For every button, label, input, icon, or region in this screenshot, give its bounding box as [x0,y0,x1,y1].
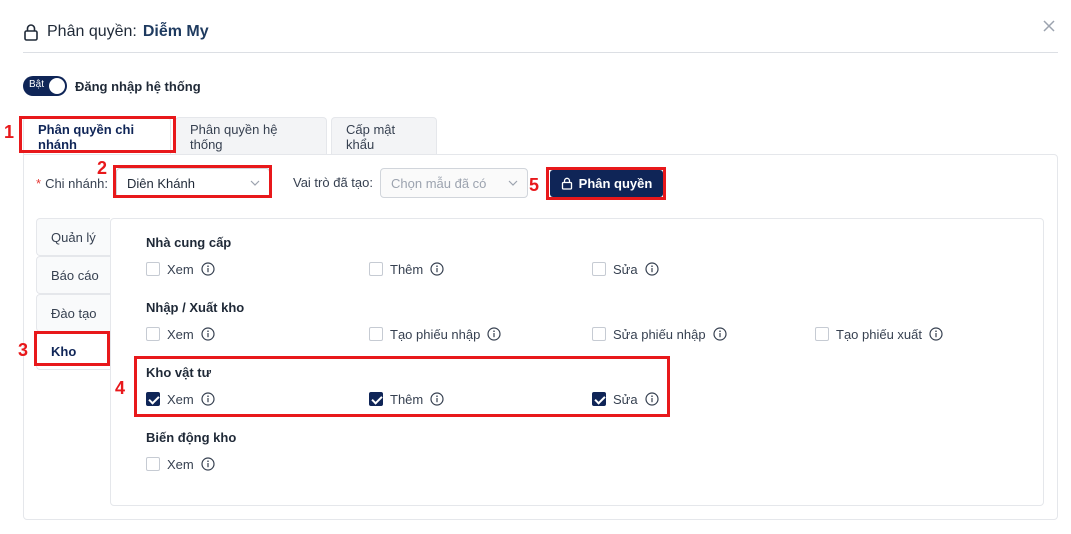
perm-label: Tạo phiếu nhập [390,326,481,342]
perm-label: Xem [167,261,194,277]
info-icon[interactable] [645,262,659,276]
modal-header: Phân quyền: Diễm My [23,20,209,44]
annotation-box-2 [113,165,272,198]
sidenav-item-reports[interactable]: Báo cáo [36,256,110,294]
permission-modal: Phân quyền: Diễm My Bật Đăng nhập hệ thố… [0,0,1071,534]
toggle-knob [49,78,65,94]
perm-label: Tạo phiếu xuất [836,326,923,342]
sidenav-item-training[interactable]: Đào tạo [36,294,110,332]
login-toggle-row: Bật Đăng nhập hệ thống [23,76,201,96]
checkbox[interactable] [146,327,160,341]
toggle-state-text: Bật [29,79,45,90]
checkbox[interactable] [592,262,606,276]
perm-edit-receipt: Sửa phiếu nhập [592,326,727,342]
group-title-supplier: Nhà cung cấp [146,235,232,250]
chevron-down-icon [508,180,518,186]
modal-title-label: Phân quyền: [47,23,137,40]
checkbox[interactable] [369,262,383,276]
required-mark: * [36,175,42,191]
info-icon[interactable] [712,327,727,341]
annotation-box-5 [546,167,666,200]
annotation-number-2: 2 [97,158,108,178]
perm-supplier-add: Thêm [369,261,444,277]
annotation-box-4 [134,356,670,417]
close-icon[interactable] [1039,16,1059,36]
info-icon[interactable] [929,327,943,341]
lock-icon [24,24,38,41]
checkbox[interactable] [592,327,606,341]
info-icon[interactable] [201,327,215,341]
info-icon[interactable] [201,457,215,471]
perm-label: Sửa [613,261,638,277]
annotation-number-5: 5 [529,175,540,195]
perm-create-issue: Tạo phiếu xuất [815,326,943,342]
checkbox[interactable] [146,457,160,471]
sidenav-item-management[interactable]: Quản lý [36,218,110,256]
role-label: Vai trò đã tạo: [293,175,373,190]
info-icon[interactable] [487,327,501,341]
perm-label: Sửa phiếu nhập [613,326,706,342]
perm-stock-io-view: Xem [146,326,215,342]
login-toggle[interactable]: Bật [23,76,67,96]
perm-supplier-view: Xem [146,261,215,277]
annotation-box-3 [34,331,110,366]
annotation-number-4: 4 [115,378,126,398]
checkbox[interactable] [369,327,383,341]
checkbox[interactable] [146,262,160,276]
role-select-placeholder: Chọn mẫu đã có [391,175,487,191]
annotation-box-1 [19,116,176,153]
checkbox[interactable] [815,327,829,341]
perm-supplier-edit: Sửa [592,261,659,277]
group-title-stock-movement: Biến động kho [146,430,237,445]
role-template-select[interactable]: Chọn mẫu đã có [380,168,528,198]
toggle-label: Đăng nhập hệ thống [75,78,201,94]
info-icon[interactable] [430,262,444,276]
tab-password[interactable]: Cấp mật khẩu [331,117,437,155]
header-divider [23,52,1058,53]
tab-system-permission[interactable]: Phân quyền hệ thống [175,117,327,155]
annotation-number-3: 3 [18,340,29,360]
info-icon[interactable] [201,262,215,276]
perm-label: Xem [167,326,194,342]
perm-label: Thêm [390,261,424,277]
perm-stock-movement-view: Xem [146,456,215,472]
perm-create-receipt: Tạo phiếu nhập [369,326,501,342]
annotation-number-1: 1 [4,122,15,142]
modal-title-user: Diễm My [142,23,209,40]
group-title-stock-io: Nhập / Xuất kho [146,300,245,315]
perm-label: Xem [167,456,194,472]
